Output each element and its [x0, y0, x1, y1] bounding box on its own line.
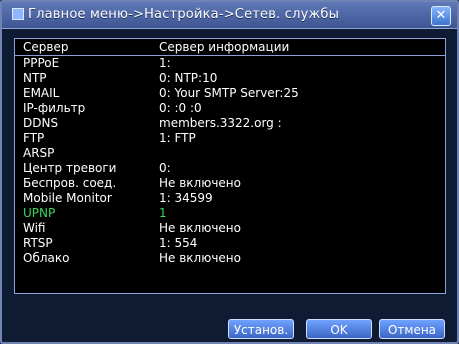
dialog-footer: Установ. OK Отмена: [2, 302, 457, 342]
window-title: Главное меню->Настройка->Сетев. службы: [28, 7, 340, 22]
row-ftp[interactable]: FTP 1: FTP: [15, 131, 445, 146]
server-info: 1: 34599: [159, 191, 213, 205]
cancel-button[interactable]: Отмена: [379, 319, 445, 339]
server-name: DDNS: [23, 116, 59, 130]
server-info: 1: 554: [159, 236, 198, 250]
window-icon: [12, 8, 24, 20]
server-info: Не включено: [159, 176, 241, 190]
row-email[interactable]: EMAIL 0: Your SMTP Server:25: [15, 86, 445, 101]
server-name: RTSP: [23, 236, 53, 250]
server-name: UPNP: [23, 206, 56, 220]
server-info: 0: Your SMTP Server:25: [159, 86, 299, 100]
close-icon: ✕: [435, 8, 447, 23]
row-wifi[interactable]: Wifi Не включено: [15, 221, 445, 236]
apply-button[interactable]: Установ.: [228, 319, 294, 339]
row-alarm-center[interactable]: Центр тревоги 0:: [15, 161, 445, 176]
server-name: Wifi: [23, 221, 46, 235]
server-name: Центр тревоги: [23, 161, 117, 175]
header-server-info: Сервер информации: [159, 40, 290, 54]
server-info: 0:: [159, 161, 171, 175]
row-upnp-selected[interactable]: UPNP 1: [15, 206, 445, 221]
server-info: 0: NTP:10: [159, 71, 218, 85]
server-info: 1: FTP: [159, 131, 196, 145]
row-wireless[interactable]: Беспров. соед. Не включено: [15, 176, 445, 191]
row-arsp[interactable]: ARSP: [15, 146, 445, 161]
server-name: ARSP: [23, 146, 55, 160]
server-info: Не включено: [159, 251, 241, 265]
network-services-window: Главное меню->Настройка->Сетев. службы ✕…: [0, 0, 459, 344]
server-name: EMAIL: [23, 86, 60, 100]
server-name: Беспров. соед.: [23, 176, 117, 190]
row-pppoe[interactable]: PPPoE 1:: [15, 56, 445, 71]
row-ip-filter[interactable]: IP-фильтр 0: :0 :0: [15, 101, 445, 116]
header-server: Сервер: [23, 40, 69, 54]
server-name: PPPoE: [23, 56, 60, 70]
server-info: Не включено: [159, 221, 241, 235]
table-header: Сервер Сервер информации: [15, 39, 445, 56]
row-rtsp[interactable]: RTSP 1: 554: [15, 236, 445, 251]
server-name: Облако: [23, 251, 70, 265]
server-info: 0: :0 :0: [159, 101, 202, 115]
server-name: NTP: [23, 71, 47, 85]
close-button[interactable]: ✕: [431, 6, 451, 26]
row-mobile-monitor[interactable]: Mobile Monitor 1: 34599: [15, 191, 445, 206]
row-ntp[interactable]: NTP 0: NTP:10: [15, 71, 445, 86]
server-name: Mobile Monitor: [23, 191, 112, 205]
server-name: FTP: [23, 131, 45, 145]
row-ddns[interactable]: DDNS members.3322.org :: [15, 116, 445, 131]
server-name: IP-фильтр: [23, 101, 86, 115]
ok-button[interactable]: OK: [306, 319, 372, 339]
title-bar: Главное меню->Настройка->Сетев. службы ✕: [2, 2, 457, 29]
server-info: 1:: [159, 56, 171, 70]
server-info: members.3322.org :: [159, 116, 282, 130]
server-info: 1: [159, 206, 167, 220]
services-table: Сервер Сервер информации PPPoE 1: NTP 0:…: [14, 38, 446, 294]
row-cloud[interactable]: Облако Не включено: [15, 251, 445, 266]
